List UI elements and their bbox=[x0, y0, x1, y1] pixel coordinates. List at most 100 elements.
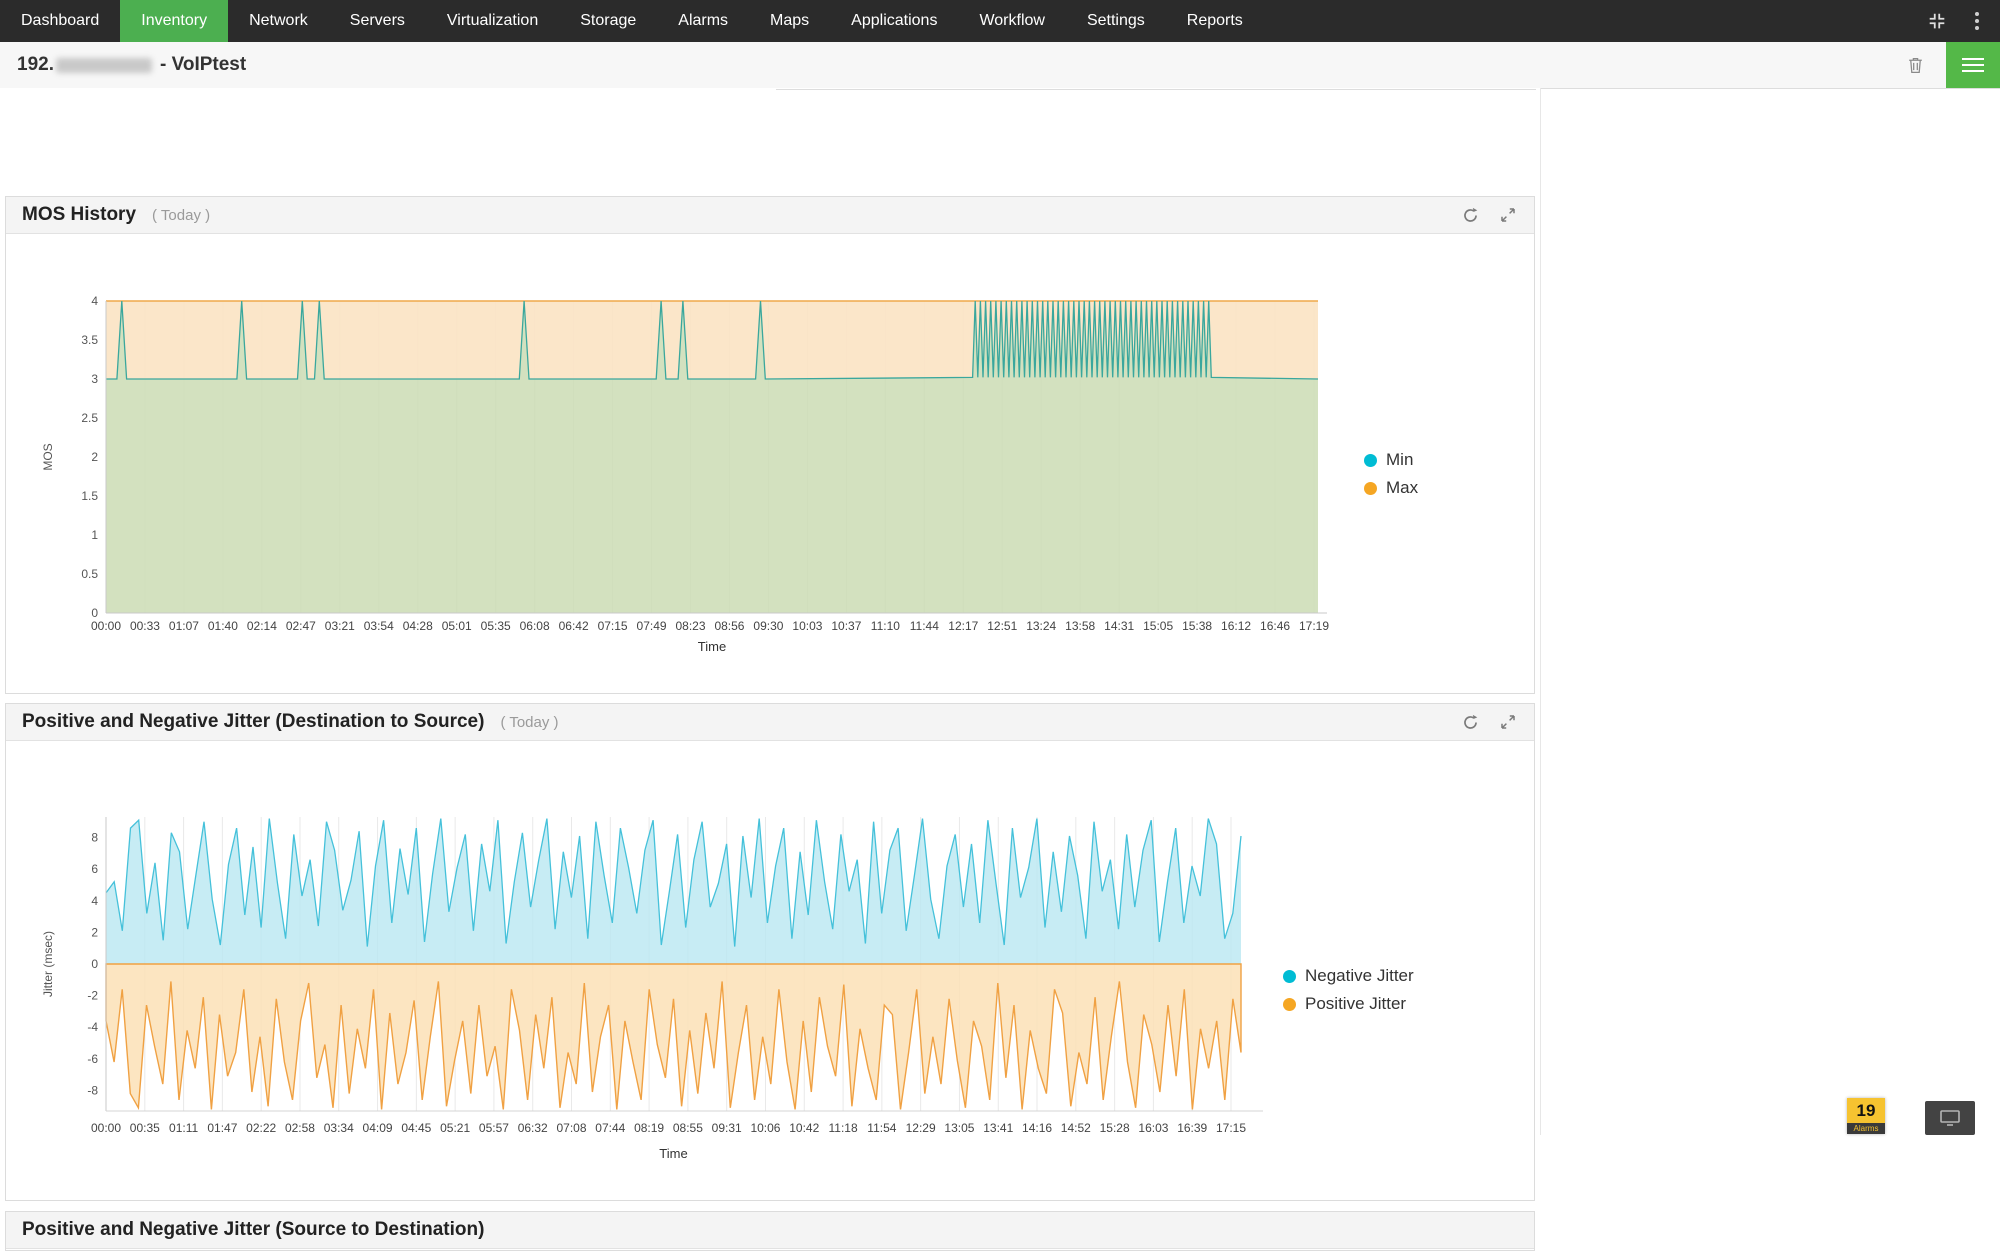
svg-text:02:58: 02:58 bbox=[285, 1121, 315, 1135]
nav-item-settings[interactable]: Settings bbox=[1066, 0, 1166, 42]
svg-text:12:29: 12:29 bbox=[906, 1121, 936, 1135]
svg-text:11:44: 11:44 bbox=[910, 619, 939, 633]
nav-label: Servers bbox=[350, 12, 405, 30]
nav-item-virtualization[interactable]: Virtualization bbox=[426, 0, 559, 42]
svg-text:-2: -2 bbox=[87, 989, 98, 1003]
nav-item-network[interactable]: Network bbox=[228, 0, 329, 42]
svg-text:13:05: 13:05 bbox=[944, 1121, 974, 1135]
svg-text:14:52: 14:52 bbox=[1061, 1121, 1091, 1135]
jitter-chart-area: 00:0000:3501:1101:4702:2202:5803:3404:09… bbox=[6, 741, 1534, 1202]
svg-text:08:56: 08:56 bbox=[714, 619, 744, 633]
delete-device-icon[interactable] bbox=[1898, 48, 1932, 82]
svg-text:05:57: 05:57 bbox=[479, 1121, 509, 1135]
legend-item-negative-jitter[interactable]: Negative Jitter bbox=[1283, 962, 1414, 990]
nav-item-dashboard[interactable]: Dashboard bbox=[0, 0, 120, 42]
svg-text:00:35: 00:35 bbox=[130, 1121, 160, 1135]
svg-text:07:08: 07:08 bbox=[557, 1121, 587, 1135]
svg-text:0.5: 0.5 bbox=[81, 567, 98, 581]
panel-jitter-dest-to-source: Positive and Negative Jitter (Destinatio… bbox=[5, 703, 1535, 1201]
svg-text:03:34: 03:34 bbox=[324, 1121, 354, 1135]
svg-text:08:55: 08:55 bbox=[673, 1121, 703, 1135]
nav-item-applications[interactable]: Applications bbox=[830, 0, 958, 42]
svg-text:15:05: 15:05 bbox=[1143, 619, 1173, 633]
panel-title: Positive and Negative Jitter (Destinatio… bbox=[22, 711, 484, 733]
panel-header: Positive and Negative Jitter (Destinatio… bbox=[6, 704, 1534, 741]
svg-text:05:35: 05:35 bbox=[481, 619, 511, 633]
svg-text:04:28: 04:28 bbox=[403, 619, 433, 633]
nav-item-inventory[interactable]: Inventory bbox=[120, 0, 228, 42]
svg-text:09:30: 09:30 bbox=[753, 619, 783, 633]
jitter-legend: Negative Jitter Positive Jitter bbox=[1283, 962, 1414, 1018]
negative-jitter-legend-dot bbox=[1283, 970, 1296, 983]
max-legend-dot bbox=[1364, 482, 1377, 495]
svg-text:12:51: 12:51 bbox=[987, 619, 1017, 633]
nav-label: Settings bbox=[1087, 12, 1145, 30]
console-icon[interactable] bbox=[1925, 1101, 1975, 1135]
nav-item-reports[interactable]: Reports bbox=[1166, 0, 1264, 42]
nav-label: Network bbox=[249, 12, 308, 30]
nav-label: Maps bbox=[770, 12, 809, 30]
device-name: - VoIPtest bbox=[160, 54, 246, 76]
expand-icon[interactable] bbox=[1498, 712, 1518, 732]
nav-item-maps[interactable]: Maps bbox=[749, 0, 830, 42]
svg-text:08:23: 08:23 bbox=[676, 619, 706, 633]
svg-text:02:47: 02:47 bbox=[286, 619, 316, 633]
nav-label: Applications bbox=[851, 12, 937, 30]
svg-text:11:18: 11:18 bbox=[828, 1121, 857, 1135]
nav-item-alarms[interactable]: Alarms bbox=[657, 0, 749, 42]
svg-text:03:54: 03:54 bbox=[364, 619, 394, 633]
nav-item-workflow[interactable]: Workflow bbox=[958, 0, 1066, 42]
svg-text:8: 8 bbox=[91, 831, 98, 845]
svg-text:17:19: 17:19 bbox=[1299, 619, 1329, 633]
panel-header: MOS History ( Today ) bbox=[6, 197, 1534, 234]
svg-text:08:19: 08:19 bbox=[634, 1121, 664, 1135]
svg-text:06:08: 06:08 bbox=[520, 619, 550, 633]
panel-title: MOS History bbox=[22, 204, 136, 226]
nav-item-storage[interactable]: Storage bbox=[559, 0, 657, 42]
svg-text:Jitter (msec): Jitter (msec) bbox=[41, 931, 55, 997]
expand-icon[interactable] bbox=[1498, 205, 1518, 225]
mos-history-chart: 00:0000:3301:0701:4002:1402:4703:2103:54… bbox=[6, 234, 1534, 695]
legend-item-min[interactable]: Min bbox=[1364, 446, 1418, 474]
hamburger-menu-button[interactable] bbox=[1946, 42, 2000, 88]
refresh-icon[interactable] bbox=[1460, 712, 1480, 732]
svg-text:15:38: 15:38 bbox=[1182, 619, 1212, 633]
legend-label: Max bbox=[1386, 478, 1418, 498]
nav-label: Workflow bbox=[979, 12, 1045, 30]
svg-text:-8: -8 bbox=[87, 1083, 98, 1097]
nav-label: Storage bbox=[580, 12, 636, 30]
alarms-badge[interactable]: 19 Alarms bbox=[1847, 1098, 1885, 1134]
refresh-icon[interactable] bbox=[1460, 205, 1480, 225]
nav-label: Dashboard bbox=[21, 12, 99, 30]
svg-text:07:44: 07:44 bbox=[595, 1121, 625, 1135]
svg-text:6: 6 bbox=[91, 862, 98, 876]
svg-text:10:06: 10:06 bbox=[750, 1121, 780, 1135]
svg-text:16:03: 16:03 bbox=[1138, 1121, 1168, 1135]
svg-text:05:21: 05:21 bbox=[440, 1121, 470, 1135]
svg-text:17:15: 17:15 bbox=[1216, 1121, 1246, 1135]
svg-text:2.5: 2.5 bbox=[81, 411, 98, 425]
svg-text:11:10: 11:10 bbox=[871, 619, 900, 633]
nav-item-servers[interactable]: Servers bbox=[329, 0, 426, 42]
panel-header: Positive and Negative Jitter (Source to … bbox=[6, 1212, 1534, 1249]
legend-item-max[interactable]: Max bbox=[1364, 474, 1418, 502]
svg-text:01:47: 01:47 bbox=[207, 1121, 237, 1135]
svg-text:04:45: 04:45 bbox=[401, 1121, 431, 1135]
legend-item-positive-jitter[interactable]: Positive Jitter bbox=[1283, 990, 1414, 1018]
svg-text:Time: Time bbox=[698, 639, 726, 654]
svg-text:02:14: 02:14 bbox=[247, 619, 277, 633]
nav-label: Virtualization bbox=[447, 12, 538, 30]
svg-text:00:33: 00:33 bbox=[130, 619, 160, 633]
toolbar-divider bbox=[776, 89, 1536, 90]
mos-chart-area: 00:0000:3301:0701:4002:1402:4703:2103:54… bbox=[6, 234, 1534, 695]
more-options-icon[interactable] bbox=[1964, 8, 1990, 34]
fullscreen-icon[interactable] bbox=[1924, 8, 1950, 34]
panel-mos-history: MOS History ( Today ) 00:0000:3301:0701:… bbox=[5, 196, 1535, 694]
svg-text:2: 2 bbox=[91, 925, 98, 939]
svg-text:0: 0 bbox=[91, 606, 98, 620]
svg-text:02:22: 02:22 bbox=[246, 1121, 276, 1135]
device-ip-prefix: 192. bbox=[17, 54, 54, 76]
svg-text:11:54: 11:54 bbox=[867, 1121, 896, 1135]
legend-label: Min bbox=[1386, 450, 1413, 470]
svg-text:4: 4 bbox=[91, 294, 98, 308]
